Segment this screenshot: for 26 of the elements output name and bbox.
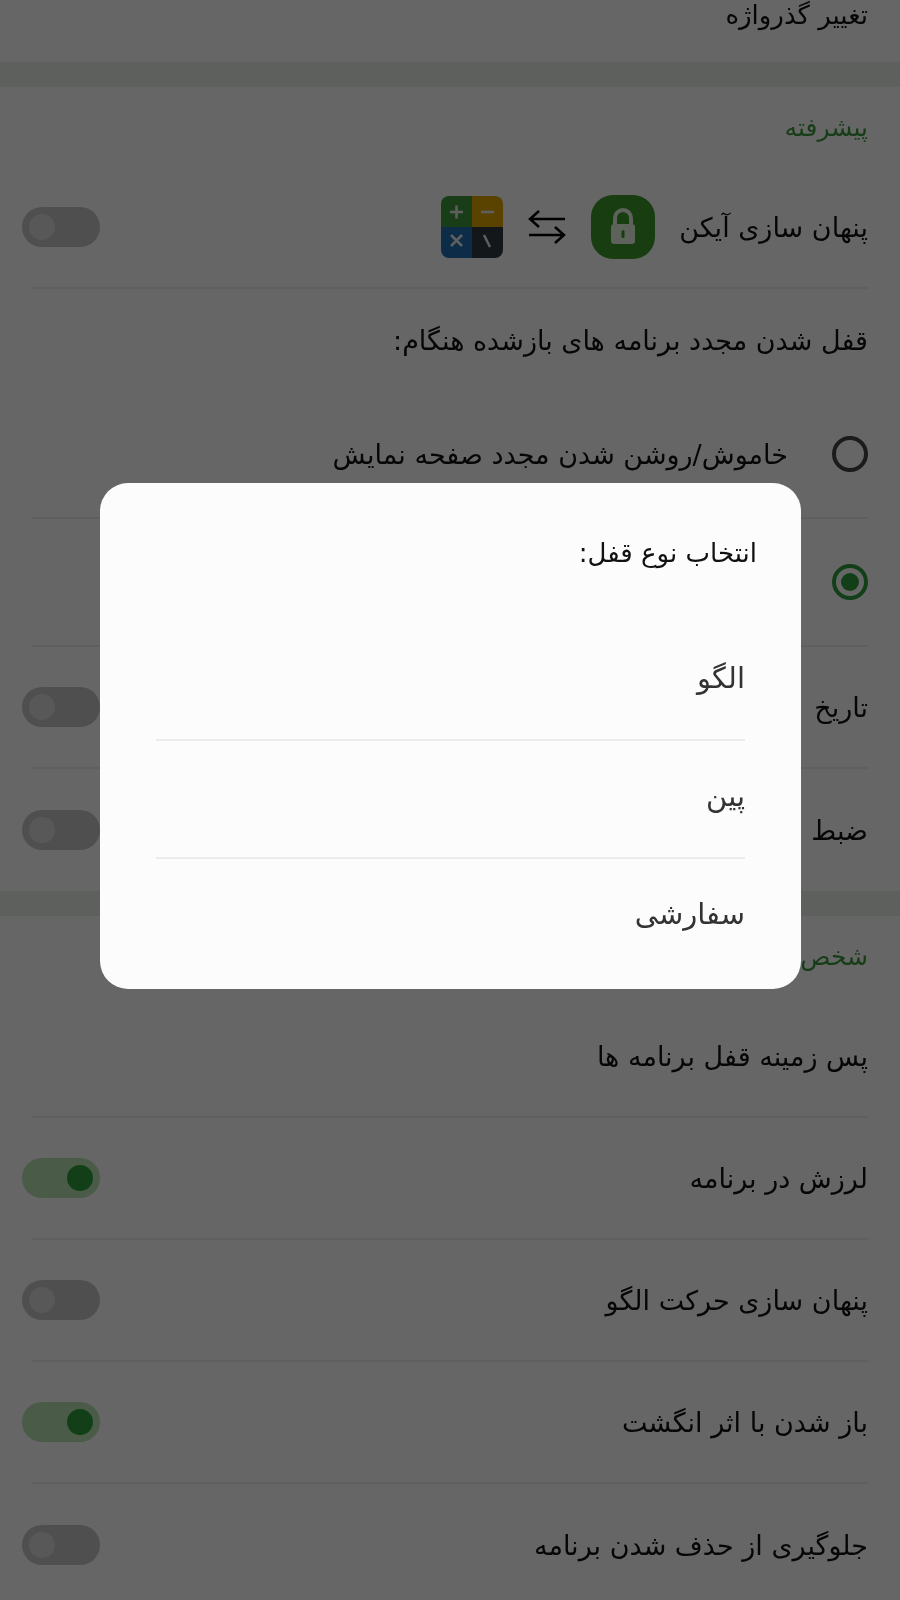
radio-button[interactable]	[832, 436, 868, 472]
radio-label: خاموش/روشن شدن مجدد صفحه نمایش	[332, 438, 788, 470]
lock-type-option[interactable]: سفارشی	[634, 897, 745, 931]
swap-arrows-icon	[527, 209, 568, 245]
setting-label: لرزش در برنامه	[689, 1162, 868, 1194]
toggle-switch[interactable]	[22, 1158, 100, 1198]
lock-type-option[interactable]: پین	[706, 779, 745, 813]
setting-label[interactable]: تغییر گذرواژه	[725, 0, 868, 30]
calculator-app-icon	[441, 196, 504, 258]
setting-label: پنهان سازی حرکت الگو	[605, 1284, 868, 1316]
radio-button[interactable]	[832, 564, 868, 600]
lock-type-option[interactable]: الگو	[697, 661, 745, 695]
dialog-title: انتخاب نوع قفل:	[578, 538, 757, 568]
toggle-switch[interactable]	[22, 687, 100, 727]
setting-label: ضبط	[811, 814, 868, 846]
setting-label[interactable]: پس زمینه قفل برنامه ها	[596, 1040, 868, 1072]
lock-app-icon	[591, 195, 656, 259]
section-title: شخص	[800, 941, 868, 971]
toggle-switch[interactable]	[22, 1402, 100, 1442]
setting-label: جلوگیری از حذف شدن برنامه	[533, 1529, 868, 1561]
setting-label: باز شدن با اثر انگشت	[622, 1406, 868, 1438]
setting-label: تاریخ	[814, 691, 868, 723]
toggle-switch[interactable]	[22, 810, 100, 850]
setting-label: پنهان سازی آیکن	[679, 211, 868, 243]
section-title: پیشرفته	[784, 112, 868, 142]
setting-heading: قفل شدن مجدد برنامه های بازشده هنگام:	[393, 324, 868, 356]
